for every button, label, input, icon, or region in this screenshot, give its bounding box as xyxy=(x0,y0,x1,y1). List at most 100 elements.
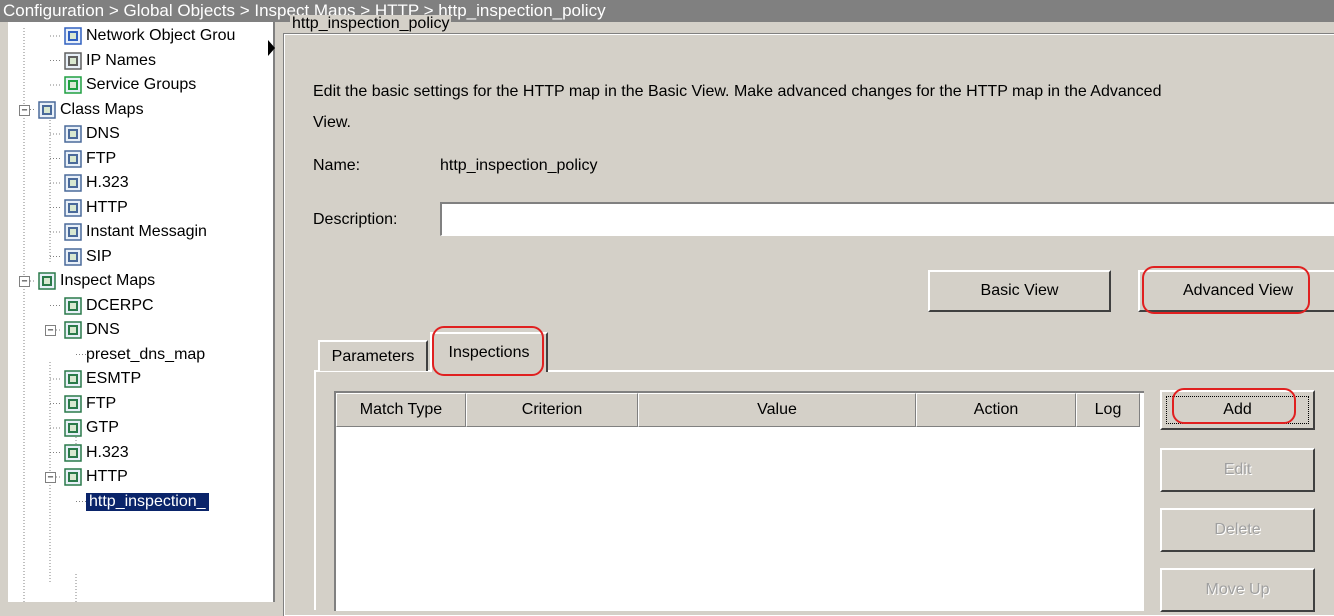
tree-item-label: Class Maps xyxy=(60,100,144,118)
tree-item-gtp[interactable]: GTP xyxy=(64,417,119,439)
class-map-icon xyxy=(64,223,82,241)
column-header-criterion[interactable]: Criterion xyxy=(466,393,638,427)
tree-item-inspect-maps[interactable]: Inspect Maps xyxy=(38,270,155,292)
collapse-icon[interactable]: − xyxy=(19,104,30,116)
name-label: Name: xyxy=(313,157,361,174)
edit-button-label: Edit xyxy=(1223,461,1252,478)
tab-parameters[interactable]: Parameters xyxy=(318,340,428,371)
add-button[interactable]: Add xyxy=(1160,390,1315,430)
column-header-label: Action xyxy=(973,401,1019,418)
tree-item-network-object-grou[interactable]: Network Object Grou xyxy=(64,25,235,47)
tree-item-label: SIP xyxy=(86,247,112,265)
collapse-icon[interactable]: − xyxy=(19,276,30,287)
table-header: Match Type Criterion Value Action Log xyxy=(336,393,1140,427)
tree-item-ip-names[interactable]: IP Names xyxy=(64,50,156,72)
column-header-value[interactable]: Value xyxy=(638,393,916,427)
breadcrumb: Configuration > Global Objects > Inspect… xyxy=(0,0,1334,22)
tree-item-http[interactable]: HTTP xyxy=(64,466,128,488)
tree-item-label: ESMTP xyxy=(86,370,142,387)
class-map-icon xyxy=(64,174,82,192)
name-value: http_inspection_policy xyxy=(440,157,598,174)
class-map-icon xyxy=(38,100,56,119)
tree-item-label: http_inspection_ xyxy=(86,492,209,511)
description-field[interactable] xyxy=(440,202,1334,236)
delete-button[interactable]: Delete xyxy=(1160,508,1315,552)
tab-inspections[interactable]: Inspections xyxy=(430,332,548,372)
tree-item-dns[interactable]: DNS xyxy=(64,123,120,145)
splitter-collapse-arrow-icon[interactable] xyxy=(268,36,276,60)
tree-item-label: DCERPC xyxy=(86,296,154,314)
tree-item-h-323[interactable]: H.323 xyxy=(64,442,129,464)
inspect-map-icon xyxy=(64,419,82,437)
tree-item-http-inspection-[interactable]: http_inspection_ xyxy=(86,491,209,513)
tree-item-instant-messagin[interactable]: Instant Messagin xyxy=(64,221,207,243)
inspect-map-icon xyxy=(64,296,82,315)
group-title: http_inspection_policy xyxy=(290,15,452,33)
column-header-action[interactable]: Action xyxy=(916,393,1076,427)
edit-button[interactable]: Edit xyxy=(1160,448,1315,492)
class-map-icon xyxy=(64,247,82,266)
tree-item-http[interactable]: HTTP xyxy=(64,197,128,219)
tree-item-preset-dns-map[interactable]: preset_dns_map xyxy=(86,344,205,366)
tree-item-h-323[interactable]: H.323 xyxy=(64,172,129,194)
tree-item-label: preset_dns_map xyxy=(86,345,206,363)
inspect-map-icon xyxy=(64,443,82,462)
intro-text-line2: View. xyxy=(313,114,351,131)
tree-item-label: H.323 xyxy=(86,443,129,461)
column-header-match-type[interactable]: Match Type xyxy=(336,393,466,427)
collapse-icon[interactable]: − xyxy=(45,472,56,483)
class-map-icon xyxy=(64,198,82,217)
column-header-label: Criterion xyxy=(521,401,583,418)
inspect-map-icon xyxy=(64,394,82,413)
tree-item-label: Service Groups xyxy=(86,76,197,93)
intro-text-line1: Edit the basic settings for the HTTP map… xyxy=(313,83,1162,100)
collapse-icon[interactable]: − xyxy=(45,325,56,336)
tree-item-label: Network Object Grou xyxy=(86,27,236,44)
column-header-label: Log xyxy=(1094,401,1122,418)
tree-item-label: Inspect Maps xyxy=(60,272,156,289)
tree-item-class-maps[interactable]: Class Maps xyxy=(38,99,144,121)
column-header-log[interactable]: Log xyxy=(1076,393,1140,427)
inspect-map-icon xyxy=(64,321,82,339)
column-header-label: Value xyxy=(757,401,797,418)
add-button-label: Add xyxy=(1223,401,1252,418)
tree-item-label: IP Names xyxy=(86,51,156,69)
tree-item-label: GTP xyxy=(86,419,119,436)
class-map-icon xyxy=(64,125,82,143)
tree-item-dcerpc[interactable]: DCERPC xyxy=(64,295,154,317)
tree-item-label: DNS xyxy=(86,321,120,338)
inspect-map-icon xyxy=(64,468,82,486)
tree-item-label: Instant Messagin xyxy=(86,223,207,240)
move-up-button-label: Move Up xyxy=(1205,581,1270,598)
tree-item-esmtp[interactable]: ESMTP xyxy=(64,368,141,390)
class-map-icon xyxy=(64,149,82,168)
tree-item-service-groups[interactable]: Service Groups xyxy=(64,74,196,96)
description-label: Description: xyxy=(313,211,398,228)
service-groups-icon xyxy=(64,76,82,94)
tree-item-label: FTP xyxy=(86,394,117,412)
tab-parameters-label: Parameters xyxy=(331,347,415,365)
move-up-button[interactable]: Move Up xyxy=(1160,568,1315,612)
tree-item-ftp[interactable]: FTP xyxy=(64,393,116,415)
inspect-map-icon xyxy=(38,272,56,290)
column-header-label: Match Type xyxy=(359,401,443,418)
tree-item-label: DNS xyxy=(86,125,120,142)
tree-item-label: HTTP xyxy=(86,468,128,485)
advanced-view-label: Advanced View xyxy=(1183,282,1293,299)
tree-item-sip[interactable]: SIP xyxy=(64,246,112,268)
ip-names-icon xyxy=(64,51,82,70)
tree-item-label: FTP xyxy=(86,149,117,167)
basic-view-label: Basic View xyxy=(980,282,1059,299)
tree-item-label: HTTP xyxy=(86,198,128,216)
inspections-table[interactable]: Match Type Criterion Value Action Log xyxy=(334,391,1144,611)
tree-item-label: H.323 xyxy=(86,174,129,191)
navigation-tree[interactable]: Network Object Grou IP Names Service Group… xyxy=(0,22,275,602)
inspect-map-icon xyxy=(64,370,82,388)
tab-inspections-label: Inspections xyxy=(448,344,530,361)
network-object-group-icon xyxy=(64,27,82,45)
tree-item-dns[interactable]: DNS xyxy=(64,319,120,341)
basic-view-button[interactable]: Basic View xyxy=(928,270,1111,312)
tree-item-ftp[interactable]: FTP xyxy=(64,148,116,170)
delete-button-label: Delete xyxy=(1214,521,1261,538)
advanced-view-button[interactable]: Advanced View xyxy=(1138,270,1334,312)
